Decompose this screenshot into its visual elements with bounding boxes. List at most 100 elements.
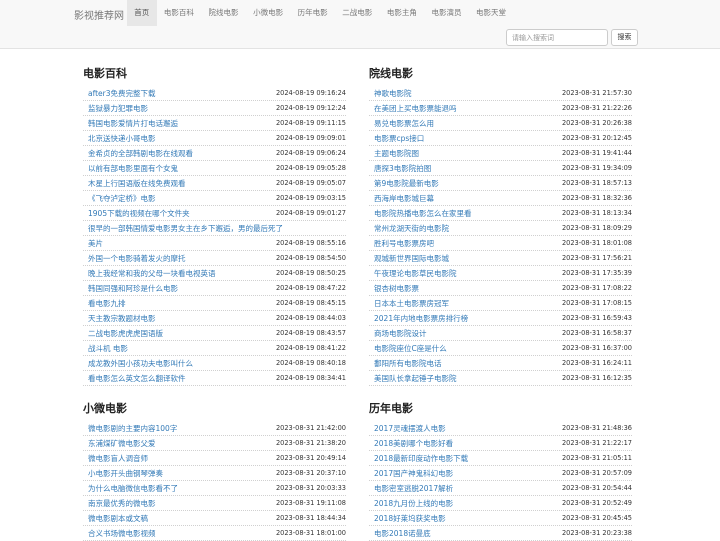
publish-date: 2023-08-31 18:44:34 [275, 514, 346, 522]
article-link[interactable]: 微电影剧本或文稿 [88, 513, 148, 524]
section-yearly-movies: 历年电影 2017灵魂摆渡人电影 2023-08-31 21:48:36 2018美… [369, 401, 632, 541]
article-link[interactable]: 二战电影虎虎虎国语版 [88, 328, 163, 339]
article-link[interactable]: 晚上我经常和我的父母一块看电视英语 [88, 268, 216, 279]
list-item: 2017灵魂摆渡人电影 2023-08-31 21:48:36 [369, 421, 632, 436]
publish-date: 2023-08-31 20:23:38 [561, 529, 632, 537]
article-link[interactable]: 监狱暴力犯罪电影 [88, 103, 148, 114]
article-link[interactable]: 电影密室逃脱2017解析 [374, 483, 453, 494]
list-item: 电影票cps接口 2023-08-31 20:12:45 [369, 131, 632, 146]
publish-date: 2023-08-31 19:34:09 [561, 164, 632, 172]
publish-date: 2024-08-19 08:45:15 [275, 299, 346, 307]
nav-item[interactable]: 二战电影 [335, 0, 380, 26]
article-link[interactable]: 午夜理论电影草民电影院 [374, 268, 457, 279]
article-link[interactable]: 鄱阳所有电影院电话 [374, 358, 442, 369]
article-link[interactable]: 电影票cps接口 [374, 133, 424, 144]
list-item: 韩国电影爱情片打电话邂逅 2024-08-19 09:11:15 [83, 116, 346, 131]
publish-date: 2023-08-31 18:13:34 [561, 209, 632, 217]
article-link[interactable]: 2018最新印度动作电影下载 [374, 453, 468, 464]
list-item: 美片 2024-08-19 08:55:16 [83, 236, 346, 251]
article-link[interactable]: 韩国电影爱情片打电话邂逅 [88, 118, 178, 129]
article-link[interactable]: 以前有部电影里面有个女鬼 [88, 163, 178, 174]
article-link[interactable]: 木星上行国语版在线免费观看 [88, 178, 186, 189]
article-link[interactable]: 南京最优秀的微电影 [88, 498, 156, 509]
article-link[interactable]: 2017国产神鬼科幻电影 [374, 468, 453, 479]
nav-item[interactable]: 院线电影 [201, 0, 246, 26]
article-link[interactable]: 微电影剧的主要内容100字 [88, 423, 177, 434]
article-link[interactable]: 看电影九排 [88, 298, 126, 309]
article-link[interactable]: 2018九月份上线的电影 [374, 498, 453, 509]
article-link[interactable]: 外国一个电影骑着发火的摩托 [88, 253, 186, 264]
publish-date: 2023-08-31 20:26:38 [561, 119, 632, 127]
article-link[interactable]: 合义书场微电影视频 [88, 528, 156, 539]
article-link[interactable]: after3免费完整下载 [88, 88, 156, 99]
nav-item[interactable]: 电影百科 [157, 0, 202, 26]
article-link[interactable]: 易兑电影票怎么用 [374, 118, 434, 129]
article-link[interactable]: 东浦煤矿微电影父爱 [88, 438, 156, 449]
search-button[interactable]: 搜索 [611, 29, 638, 46]
list-item: 二战电影虎虎虎国语版 2024-08-19 08:43:57 [83, 326, 346, 341]
list-item: 2018好莱坞获奖电影 2023-08-31 20:45:45 [369, 511, 632, 526]
article-link[interactable]: 在美团上买电影票能退吗 [374, 103, 457, 114]
publish-date: 2023-08-31 20:37:10 [275, 469, 346, 477]
article-link[interactable]: 小电影开头曲钢琴弹奏 [88, 468, 163, 479]
article-link[interactable]: 银杏树电影票 [374, 283, 419, 294]
nav-item[interactable]: 电影天堂 [469, 0, 514, 26]
article-link[interactable]: 胜利号电影票房吧 [374, 238, 434, 249]
article-link[interactable]: 《飞夺泸定桥》电影 [88, 193, 156, 204]
article-link[interactable]: 美片 [88, 238, 103, 249]
nav-item[interactable]: 电影演员 [424, 0, 469, 26]
search-input[interactable] [506, 29, 608, 46]
publish-date: 2024-08-19 08:34:41 [275, 374, 346, 382]
article-link[interactable]: 美国队长拿起锤子电影院 [374, 373, 457, 384]
publish-date: 2024-08-19 09:06:24 [275, 149, 346, 157]
article-link[interactable]: 金希贞的全部韩剧电影在线观看 [88, 148, 193, 159]
section-title: 电影百科 [83, 67, 127, 80]
article-link[interactable]: 2018美剧哪个电影好看 [374, 438, 453, 449]
article-link[interactable]: 电影院座位C座是什么 [374, 343, 447, 354]
article-link[interactable]: 观城新世界国际电影城 [374, 253, 449, 264]
list-item: 鄱阳所有电影院电话 2023-08-31 16:24:11 [369, 356, 632, 371]
article-link[interactable]: 微电影盲人调音师 [88, 453, 148, 464]
publish-date: 2024-08-19 08:50:25 [275, 269, 346, 277]
article-link[interactable]: 2021年内地电影票房排行榜 [374, 313, 468, 324]
article-link[interactable]: 天主教宗教题材电影 [88, 313, 156, 324]
article-link[interactable]: 日本本土电影票房冠军 [374, 298, 449, 309]
publish-date: 2024-08-19 09:09:01 [275, 134, 346, 142]
nav-item[interactable]: 历年电影 [290, 0, 335, 26]
article-link[interactable]: 韩国同强和阿珍是什么电影 [88, 283, 178, 294]
publish-date: 2023-08-31 20:45:45 [561, 514, 632, 522]
publish-date: 2023-08-31 21:05:11 [561, 454, 632, 462]
publish-date: 2023-08-31 16:24:11 [561, 359, 632, 367]
publish-date: 2024-08-19 08:55:16 [275, 239, 346, 247]
article-link[interactable]: 第9电影院最新电影 [374, 178, 439, 189]
nav-item[interactable]: 电影主角 [380, 0, 425, 26]
publish-date: 2023-08-31 21:42:00 [275, 424, 346, 432]
publish-date: 2023-08-31 21:22:26 [561, 104, 632, 112]
nav-item[interactable]: 首页 [127, 0, 157, 26]
article-link[interactable]: 为什么电脑微信电影看不了 [88, 483, 178, 494]
article-link[interactable]: 唐探3电影院拍图 [374, 163, 431, 174]
article-link[interactable]: 商场电影院设计 [374, 328, 427, 339]
article-link[interactable]: 战斗机 电影 [88, 343, 128, 354]
article-link[interactable]: 常州龙湖天街的电影院 [374, 223, 449, 234]
site-brand[interactable]: 影视推荐网 [74, 7, 124, 22]
article-link[interactable]: 主题电影院图 [374, 148, 419, 159]
article-link[interactable]: 电影院热播电影怎么在家里看 [374, 208, 472, 219]
article-link[interactable]: 1905下载的视频在哪个文件夹 [88, 208, 190, 219]
list-item: 胜利号电影票房吧 2023-08-31 18:01:08 [369, 236, 632, 251]
list-item: 合义书场微电影视频 2023-08-31 18:01:00 [83, 526, 346, 541]
list-item: 1905下载的视频在哪个文件夹 2024-08-19 09:01:27 [83, 206, 346, 221]
nav-item[interactable]: 小微电影 [246, 0, 291, 26]
article-link[interactable]: 很早的一部韩国情爱电影男女主在乡下邂逅，男的最后死了 [88, 223, 283, 234]
article-link[interactable]: 看电影怎么英文怎么翻译软件 [88, 373, 186, 384]
list-item: 唐探3电影院拍图 2023-08-31 19:34:09 [369, 161, 632, 176]
article-link[interactable]: 西海岸电影城巨幕 [374, 193, 434, 204]
article-link[interactable]: 2018好莱坞获奖电影 [374, 513, 446, 524]
article-link[interactable]: 2017灵魂摆渡人电影 [374, 423, 446, 434]
article-link[interactable]: 神歌电影院 [374, 88, 412, 99]
article-link[interactable]: 北京送快递小哥电影 [88, 133, 156, 144]
article-link[interactable]: 电影2018诺曼底 [374, 528, 431, 539]
article-list: after3免费完整下载 2024-08-19 09:16:24 监狱暴力犯罪电影 2… [83, 86, 346, 386]
article-link[interactable]: 成龙教外国小孩功夫电影叫什么 [88, 358, 193, 369]
list-item: 美国队长拿起锤子电影院 2023-08-31 16:12:35 [369, 371, 632, 386]
